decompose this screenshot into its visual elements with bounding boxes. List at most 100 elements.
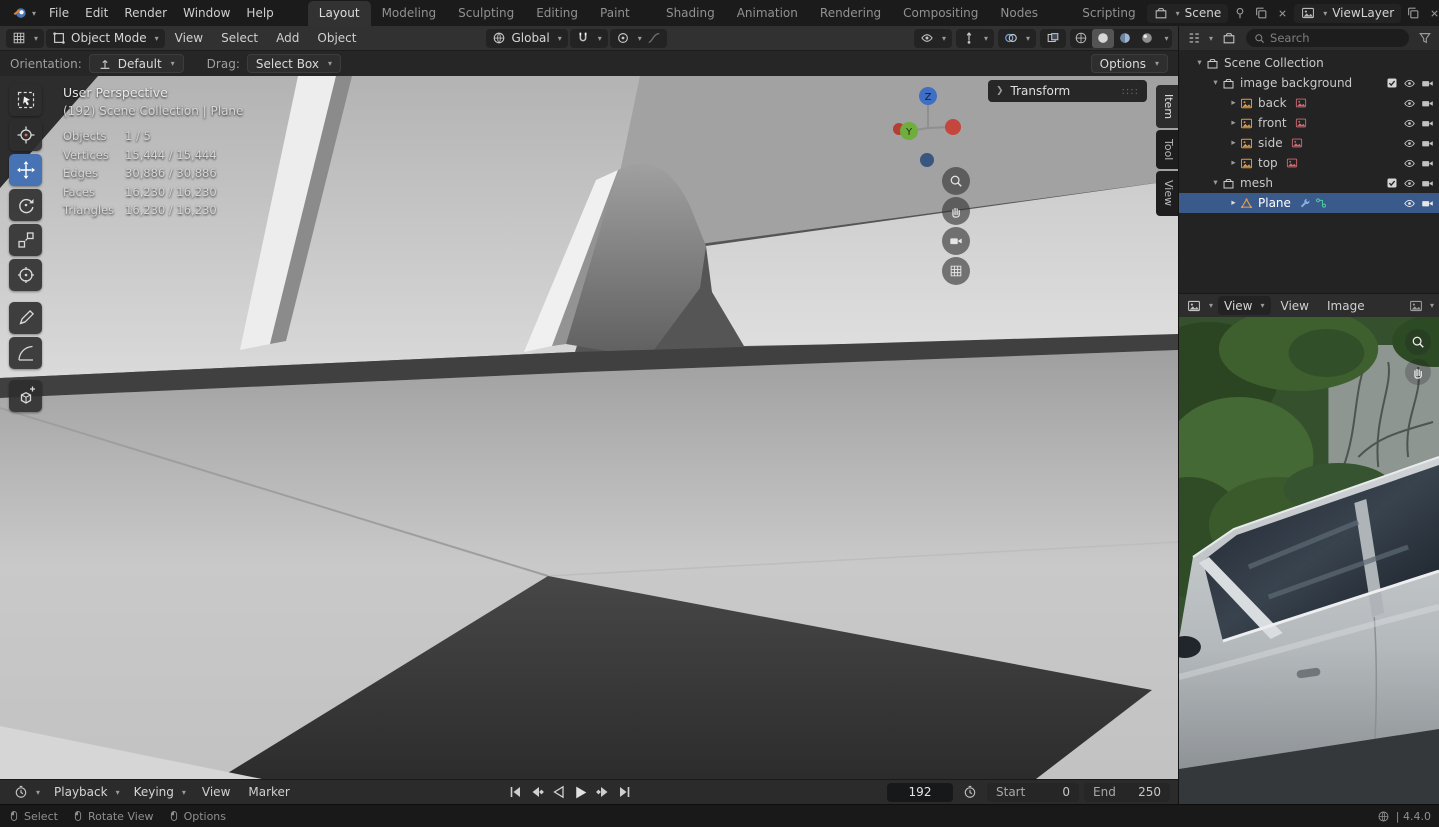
frame-start-field[interactable]: Start 0 [987, 782, 1079, 802]
menu-viewport-view[interactable]: View [167, 26, 211, 50]
hide-eye-icon[interactable] [1403, 197, 1416, 210]
image-editor-canvas[interactable] [1179, 317, 1439, 804]
mode-selector[interactable]: Object Mode ▾ [46, 28, 165, 48]
transform-orientation-selector[interactable]: Global ▾ [486, 28, 568, 48]
render-camera-icon[interactable] [1421, 97, 1434, 110]
menu-viewport-select[interactable]: Select [213, 26, 266, 50]
timeline-menu-marker[interactable]: Marker [240, 780, 297, 804]
disclosure-open-icon[interactable]: ▾ [1209, 78, 1222, 88]
drag-dropdown[interactable]: Select Box ▾ [246, 54, 342, 73]
render-camera-icon[interactable] [1421, 197, 1434, 210]
tool-move[interactable] [9, 154, 42, 186]
viewlayer-selector[interactable]: ▾ ViewLayer [1294, 3, 1402, 23]
sidebar-tab-view[interactable]: View [1156, 171, 1178, 216]
sidebar-tab-tool[interactable]: Tool [1156, 130, 1178, 170]
disclosure-closed-icon[interactable]: ▸ [1227, 118, 1240, 128]
shading-wireframe-button[interactable] [1070, 29, 1092, 48]
3d-viewport[interactable]: User Perspective (192) Scene Collection … [0, 76, 1178, 779]
outliner-row-front[interactable]: ▸ front [1179, 113, 1439, 133]
shading-material-button[interactable] [1114, 29, 1136, 48]
disclosure-open-icon[interactable]: ▾ [1193, 58, 1206, 68]
render-camera-icon[interactable] [1421, 77, 1434, 90]
disclosure-closed-icon[interactable]: ▸ [1227, 98, 1240, 108]
image-pan-hand-button[interactable] [1405, 359, 1431, 385]
image-datablock-selector[interactable] [1407, 297, 1425, 315]
render-camera-icon[interactable] [1421, 157, 1434, 170]
navigation-gizmo[interactable]: Z Y [868, 80, 988, 172]
tool-select-box[interactable] [9, 84, 42, 116]
image-mode-selector[interactable]: View ▾ [1218, 296, 1271, 315]
blender-app-menu[interactable]: ▾ [8, 6, 41, 20]
workspace-tab-animation[interactable]: Animation [726, 1, 809, 26]
overlays-dropdown[interactable]: ▾ [997, 28, 1036, 48]
outliner-row-side[interactable]: ▸ side [1179, 133, 1439, 153]
jump-to-end-button[interactable] [615, 782, 635, 802]
pin-scene-button[interactable] [1231, 4, 1249, 22]
proportional-edit-toggle[interactable]: ▾ [609, 28, 667, 48]
hide-eye-icon[interactable] [1403, 117, 1416, 130]
options-dropdown[interactable]: Options ▾ [1090, 54, 1168, 73]
menu-viewport-object[interactable]: Object [309, 26, 364, 50]
menu-help[interactable]: Help [238, 0, 281, 26]
disclosure-closed-icon[interactable]: ▸ [1227, 158, 1240, 168]
gizmos-dropdown[interactable]: ▾ [955, 28, 994, 48]
xray-toggle[interactable] [1040, 28, 1066, 48]
prev-keyframe-button[interactable] [527, 782, 547, 802]
menu-viewport-add[interactable]: Add [268, 26, 307, 50]
camera-view-button[interactable] [942, 227, 970, 255]
workspace-tab-sculpting[interactable]: Sculpting [447, 1, 525, 26]
editor-type-selector[interactable]: ▾ [6, 28, 45, 48]
search-input[interactable] [1270, 31, 1401, 45]
workspace-tab-geometry-nodes[interactable]: Geometry Nodes [989, 0, 1071, 26]
outliner-row-back[interactable]: ▸ back [1179, 93, 1439, 113]
tool-scale[interactable] [9, 224, 42, 256]
outliner-search[interactable] [1246, 29, 1409, 47]
disclosure-closed-icon[interactable]: ▸ [1227, 198, 1240, 208]
shading-dropdown[interactable]: ▾ [1158, 29, 1172, 48]
tool-add-cube[interactable] [9, 380, 42, 412]
menu-file[interactable]: File [41, 0, 77, 26]
keying-menu[interactable]: Keying ▾ [128, 783, 192, 802]
menu-edit[interactable]: Edit [77, 0, 116, 26]
exclude-checkbox-icon[interactable] [1386, 177, 1398, 189]
pan-hand-button[interactable] [942, 197, 970, 225]
next-keyframe-button[interactable] [593, 782, 613, 802]
tool-cursor[interactable] [9, 119, 42, 151]
image-editor-type-selector[interactable]: ▾ [1184, 296, 1216, 315]
image-menu-view[interactable]: View [1273, 294, 1317, 318]
render-camera-icon[interactable] [1421, 137, 1434, 150]
timeline-editor-type-selector[interactable]: ▾ [8, 783, 46, 802]
tool-measure[interactable] [9, 337, 42, 369]
scene-selector[interactable]: ▾ Scene [1146, 3, 1229, 23]
orthographic-toggle-button[interactable] [942, 257, 970, 285]
workspace-tab-layout[interactable]: Layout [307, 1, 371, 26]
hide-eye-icon[interactable] [1403, 137, 1416, 150]
orientation-dropdown[interactable]: Default ▾ [88, 54, 184, 73]
workspace-tab-scripting[interactable]: Scripting [1071, 1, 1146, 26]
playback-menu[interactable]: Playback ▾ [48, 783, 126, 802]
workspace-tab-rendering[interactable]: Rendering [809, 1, 892, 26]
menu-render[interactable]: Render [116, 0, 175, 26]
outliner-row-image-background[interactable]: ▾ image background [1179, 73, 1439, 93]
shading-rendered-button[interactable] [1136, 29, 1158, 48]
outliner-row-scene-collection[interactable]: ▾ Scene Collection [1179, 53, 1439, 73]
frame-end-field[interactable]: End 250 [1084, 782, 1170, 802]
render-camera-icon[interactable] [1421, 117, 1434, 130]
unlink-scene-button[interactable] [1273, 4, 1291, 22]
tool-rotate[interactable] [9, 189, 42, 221]
outliner-editor-type-selector[interactable]: ▾ [1184, 29, 1216, 48]
filter-button[interactable] [1416, 29, 1434, 47]
outliner-row-top[interactable]: ▸ top [1179, 153, 1439, 173]
hide-eye-icon[interactable] [1403, 77, 1416, 90]
snap-toggle[interactable]: ▾ [569, 28, 608, 48]
zoom-button[interactable] [942, 167, 970, 195]
render-camera-icon[interactable] [1421, 177, 1434, 190]
sidebar-tab-item[interactable]: Item [1156, 85, 1178, 129]
visibility-dropdown[interactable]: ▾ [913, 28, 952, 48]
workspace-tab-shading[interactable]: Shading [655, 1, 726, 26]
hide-eye-icon[interactable] [1403, 157, 1416, 170]
jump-to-start-button[interactable] [505, 782, 525, 802]
menu-window[interactable]: Window [175, 0, 238, 26]
workspace-tab-modeling[interactable]: Modeling [371, 1, 448, 26]
workspace-tab-uv-editing[interactable]: UV Editing [525, 0, 589, 26]
